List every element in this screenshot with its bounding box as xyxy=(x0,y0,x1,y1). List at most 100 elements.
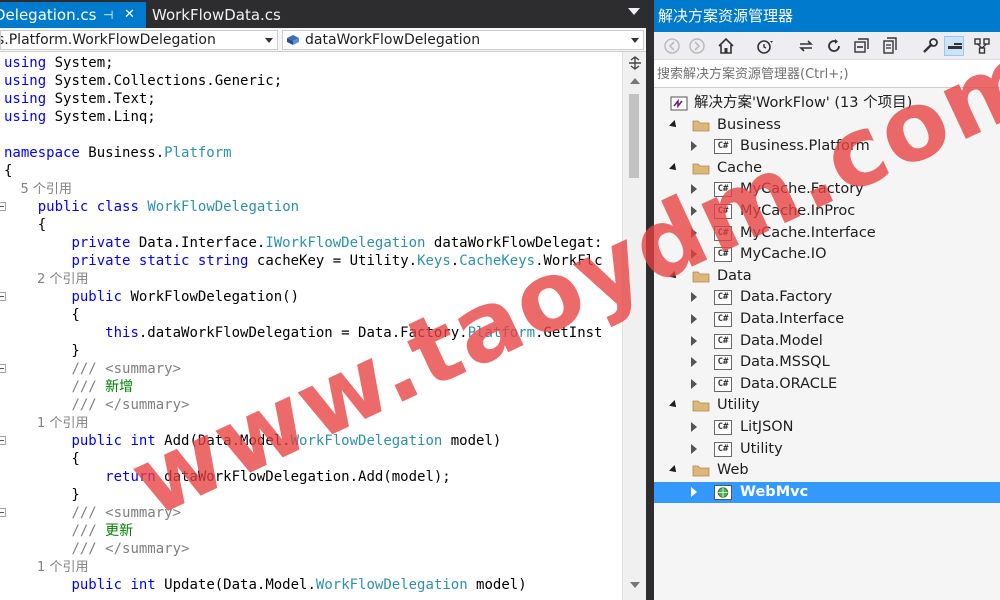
chevron-down-icon[interactable] xyxy=(631,38,639,43)
solution-search-box[interactable] xyxy=(654,60,1000,88)
folder-icon xyxy=(692,465,710,477)
tree-project-item[interactable]: C# MyCache.Factory xyxy=(654,179,1000,200)
vertical-scrollbar[interactable] xyxy=(622,52,646,600)
code-editor-pane: Delegation.cs ⊣ ✕ WorkFlowData.cs s.Plat… xyxy=(0,0,646,600)
csharp-project-icon: C# xyxy=(714,204,732,219)
collapsed-arrow-icon[interactable] xyxy=(691,141,697,152)
fold-toggle-icon[interactable] xyxy=(0,436,6,445)
fold-toggle-icon[interactable] xyxy=(0,202,6,211)
tab-workflowdata[interactable]: WorkFlowData.cs xyxy=(150,2,310,28)
type-dropdown[interactable]: s.Platform.WorkFlowDelegation xyxy=(0,30,278,50)
tree-item-label: MyCache.InProc xyxy=(740,203,856,219)
code-line: using System.Text; xyxy=(4,91,156,107)
tree-project-item[interactable]: C# LitJSON xyxy=(654,417,1000,438)
tree-project-item[interactable]: C# Data.ORACLE xyxy=(654,374,1000,395)
collapsed-arrow-icon[interactable] xyxy=(691,422,697,432)
forward-icon[interactable] xyxy=(687,36,707,56)
tree-project-item[interactable]: C# Utility xyxy=(654,439,1000,460)
field-icon xyxy=(287,35,299,45)
tree-project-item[interactable]: C# MyCache.IO xyxy=(654,244,1000,265)
tree-project-item[interactable]: C# Data.Model xyxy=(654,331,1000,352)
class-view-icon[interactable] xyxy=(972,36,992,56)
tree-solution-item[interactable]: 解决方案'WorkFlow' (13 个项目) xyxy=(654,93,1000,114)
member-dropdown[interactable]: dataWorkFlowDelegation xyxy=(282,30,644,50)
code-line: public WorkFlowDelegation() xyxy=(71,289,300,305)
tree-folder-item[interactable]: Business xyxy=(654,115,1000,136)
collapsed-arrow-icon[interactable] xyxy=(691,227,697,238)
solution-explorer-toolbar xyxy=(654,32,1000,60)
csharp-project-icon: C# xyxy=(714,225,732,241)
collapsed-arrow-icon[interactable] xyxy=(691,206,697,216)
collapsed-arrow-icon[interactable] xyxy=(691,184,697,195)
code-line: return dataWorkFlowDelegation.Add(model)… xyxy=(105,469,451,485)
tab-dropdown-icon[interactable] xyxy=(628,8,640,15)
code-line: /// 更新 xyxy=(71,523,134,539)
scroll-thumb[interactable] xyxy=(629,94,639,178)
tree-item-label: 解决方案'WorkFlow' (13 个项目) xyxy=(694,95,913,111)
web-project-icon xyxy=(714,484,732,500)
pin-icon[interactable]: ⊣ xyxy=(103,2,113,28)
expanded-arrow-icon[interactable] xyxy=(669,119,679,130)
split-window-icon[interactable] xyxy=(628,56,642,70)
tree-project-item[interactable]: C# Data.Factory xyxy=(654,287,1000,308)
tree-project-item[interactable]: C# Data.Interface xyxy=(654,309,1000,330)
scroll-down-icon[interactable] xyxy=(630,582,640,588)
tab-label: WorkFlowData.cs xyxy=(152,6,281,24)
scroll-up-icon[interactable] xyxy=(630,78,640,84)
chevron-down-icon[interactable] xyxy=(265,38,273,43)
csharp-project-icon: C# xyxy=(714,355,732,371)
code-line: this.dataWorkFlowDelegation = Data.Facto… xyxy=(105,325,603,341)
expanded-arrow-icon[interactable] xyxy=(669,162,679,173)
collapse-all-icon[interactable] xyxy=(852,36,872,56)
pane-splitter[interactable] xyxy=(646,0,654,600)
tree-folder-item[interactable]: Cache xyxy=(654,158,1000,179)
tree-project-item[interactable]: C# MyCache.InProc xyxy=(654,201,1000,222)
properties-icon[interactable] xyxy=(920,36,940,56)
code-line: { xyxy=(4,217,47,233)
collapsed-arrow-icon[interactable] xyxy=(691,357,697,368)
collapsed-arrow-icon[interactable] xyxy=(691,292,697,303)
code-text-area[interactable]: using System; using System.Collections.Ge… xyxy=(0,52,622,600)
collapsed-arrow-icon[interactable] xyxy=(691,314,697,324)
tree-folder-item[interactable]: Web xyxy=(654,460,1000,481)
solution-tree[interactable]: 解决方案'WorkFlow' (13 个项目) Business C# Busines… xyxy=(654,90,1000,600)
tab-workflowdelegation[interactable]: Delegation.cs ⊣ ✕ xyxy=(0,2,146,28)
tree-folder-item[interactable]: Data xyxy=(654,266,1000,287)
tree-project-item[interactable]: C# Data.MSSQL xyxy=(654,352,1000,373)
code-line: 1 个引用 xyxy=(4,560,89,575)
preview-selected-icon[interactable] xyxy=(944,36,964,56)
home-icon[interactable] xyxy=(716,36,736,56)
code-line: { xyxy=(4,163,13,179)
fold-toggle-icon[interactable] xyxy=(0,508,6,517)
close-icon[interactable]: ✕ xyxy=(124,2,135,28)
tree-project-item[interactable]: C# Business.Platform xyxy=(654,136,1000,157)
csharp-project-icon: C# xyxy=(714,312,732,327)
history-icon[interactable] xyxy=(754,36,774,56)
tree-project-item[interactable]: C# MyCache.Interface xyxy=(654,223,1000,244)
folder-icon xyxy=(692,271,710,283)
back-icon[interactable] xyxy=(662,36,682,56)
code-line: private static string cacheKey = Utility… xyxy=(71,253,603,269)
solution-search-input[interactable] xyxy=(657,63,995,85)
sync-icon[interactable] xyxy=(796,36,816,56)
tree-project-item[interactable]: WebMvc xyxy=(654,481,1000,503)
fold-toggle-icon[interactable] xyxy=(0,292,6,301)
code-line: 2 个引用 xyxy=(4,272,89,287)
folder-icon xyxy=(692,120,710,131)
solution-explorer: 解决方案资源管理器 搜索解决方案资源管理器(Ctrl+;) 解决方案'WorkF… xyxy=(654,0,1000,600)
expanded-arrow-icon[interactable] xyxy=(669,270,679,281)
collapsed-arrow-icon[interactable] xyxy=(691,378,697,389)
tree-item-label: MyCache.IO xyxy=(740,246,827,263)
collapsed-arrow-icon[interactable] xyxy=(691,443,697,454)
collapsed-arrow-icon[interactable] xyxy=(691,249,697,260)
expanded-arrow-icon[interactable] xyxy=(669,400,679,411)
tree-folder-item[interactable]: Utility xyxy=(654,395,1000,416)
fold-toggle-icon[interactable] xyxy=(0,364,6,373)
refresh-icon[interactable] xyxy=(824,36,844,56)
collapsed-arrow-icon[interactable] xyxy=(691,335,697,346)
show-all-files-icon[interactable] xyxy=(880,36,900,56)
code-line: /// </summary> xyxy=(71,397,190,413)
collapsed-arrow-icon[interactable] xyxy=(691,486,697,497)
expanded-arrow-icon[interactable] xyxy=(669,465,679,476)
code-line: 1 个引用 xyxy=(4,416,89,431)
